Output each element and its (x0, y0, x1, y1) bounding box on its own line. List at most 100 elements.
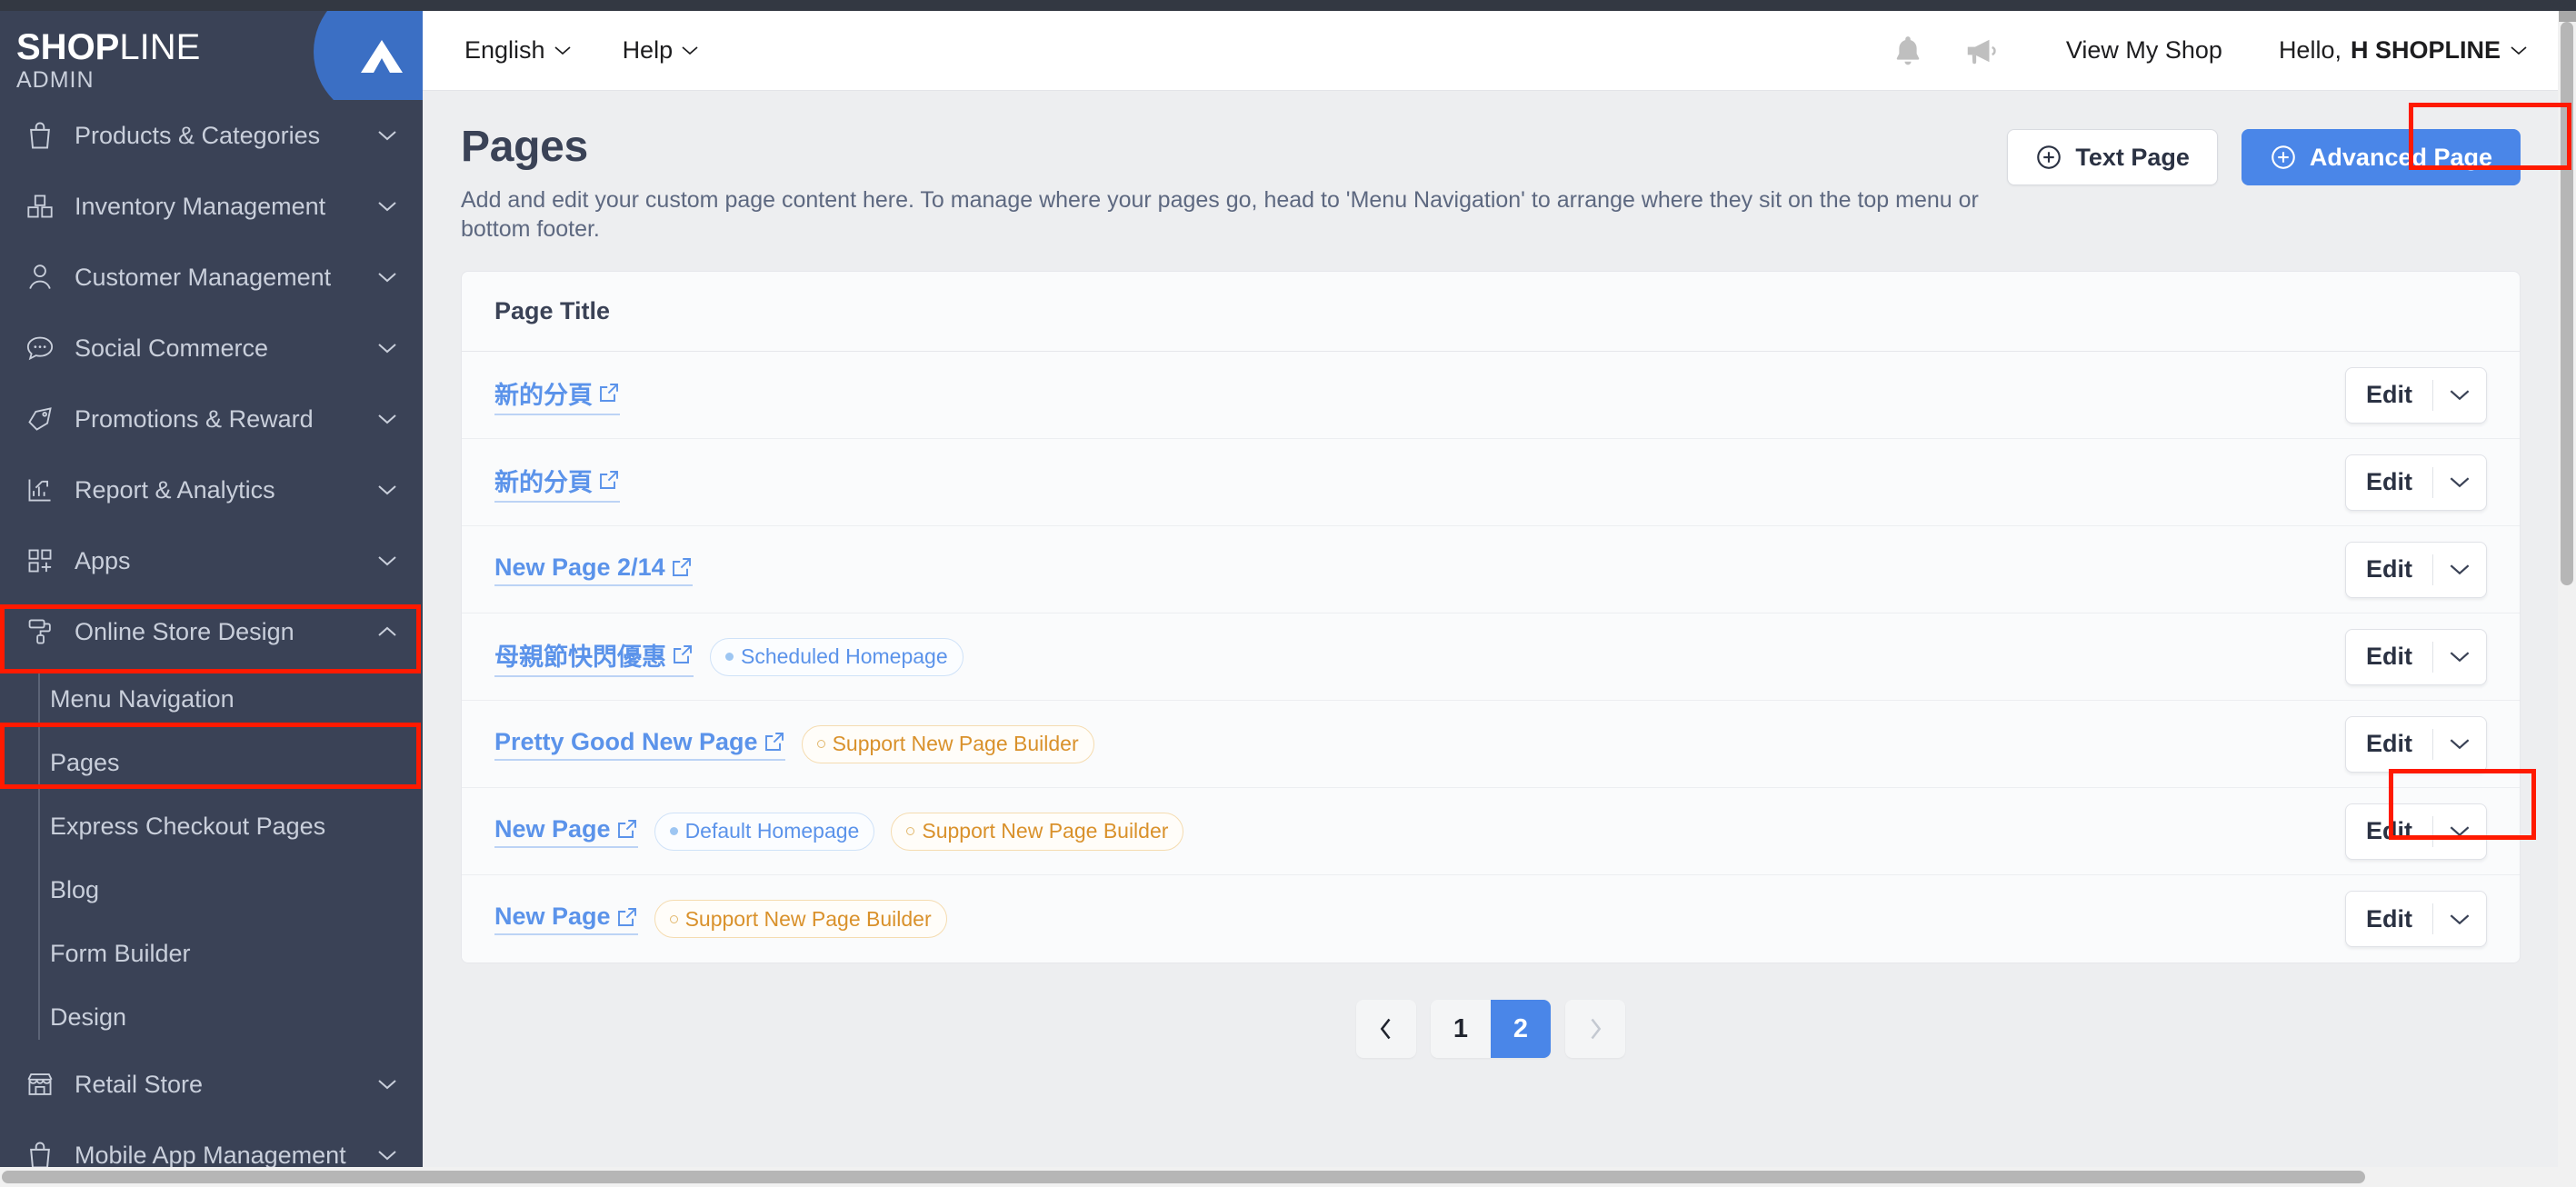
sidebar-item-report-analytics[interactable]: Report & Analytics (0, 454, 423, 525)
edit-split-button[interactable]: Edit (2345, 891, 2487, 947)
edit-split-button[interactable]: Edit (2345, 628, 2487, 685)
sidebar-item-products-categories[interactable]: Products & Categories (0, 100, 423, 171)
chevron-down-icon[interactable] (2433, 892, 2486, 946)
page-title-link[interactable]: 新的分頁 (494, 463, 620, 503)
chevron-down-icon[interactable] (374, 1142, 401, 1169)
page-title-text: New Page (494, 903, 611, 930)
table-row-content: 新的分頁 (494, 463, 620, 503)
advanced-page-button[interactable]: Advanced Page (2241, 129, 2521, 185)
page-title: Pages (461, 123, 588, 171)
window-chrome-top (0, 0, 2576, 11)
megaphone-icon (1967, 39, 1996, 64)
table-row: New Page Default Homepage Support New Pa… (462, 788, 2520, 875)
sidebar-item-apps[interactable]: Apps (0, 525, 423, 596)
chevron-down-icon[interactable] (374, 547, 401, 574)
table-row-content: New Page Default Homepage Support New Pa… (494, 812, 1184, 851)
plus-circle-icon (2271, 145, 2295, 169)
pagination-page-1[interactable]: 1 (1431, 1000, 1491, 1058)
sidebar-subitem-form-builder[interactable]: Form Builder (0, 922, 423, 985)
edit-button-label: Edit (2366, 730, 2412, 757)
chevron-down-icon[interactable] (374, 122, 401, 149)
chevron-down-icon[interactable] (2433, 368, 2486, 423)
sidebar-item-social-commerce[interactable]: Social Commerce (0, 313, 423, 384)
edit-split-button[interactable]: Edit (2345, 715, 2487, 773)
page-content: Pages Add and edit your custom page cont… (423, 91, 2559, 1082)
page-title-link[interactable]: Pretty Good New Page (494, 728, 785, 761)
announcements-button[interactable] (1955, 24, 2010, 78)
chevron-down-icon[interactable] (374, 476, 401, 504)
sidebar-subitem-express-checkout-pages[interactable]: Express Checkout Pages (0, 794, 423, 858)
sidebar-subitem-pages[interactable]: Pages (0, 731, 423, 794)
brand-logo-bold: SHOP (16, 27, 120, 67)
chevron-down-icon[interactable] (374, 193, 401, 220)
chevron-down-icon[interactable] (2433, 543, 2486, 597)
shopline-mark-icon (361, 40, 403, 73)
chevron-right-icon (1591, 1018, 1602, 1040)
vertical-scrollbar[interactable] (2558, 22, 2576, 1187)
sidebar-item-retail-store[interactable]: Retail Store (0, 1049, 423, 1120)
external-link-icon (600, 471, 618, 489)
page-title-link[interactable]: 新的分頁 (494, 375, 620, 415)
horizontal-scrollbar[interactable] (0, 1167, 2576, 1187)
page-title-link[interactable]: New Page 2/14 (494, 554, 693, 586)
view-my-shop-link[interactable]: View My Shop (2066, 36, 2222, 65)
text-page-button[interactable]: Text Page (2007, 129, 2218, 185)
sidebar-item-label: Products & Categories (75, 121, 321, 149)
sidebar-subitem-label: Design (50, 1002, 127, 1031)
table-column-header: Page Title (462, 272, 2520, 352)
notifications-button[interactable] (1881, 24, 1935, 78)
table-row-content: 新的分頁 (494, 375, 620, 415)
edit-split-button[interactable]: Edit (2345, 454, 2487, 511)
page-title-link[interactable]: 母親節快閃優惠 (494, 637, 694, 677)
sidebar-item-customer-management[interactable]: Customer Management (0, 242, 423, 313)
chevron-down-icon[interactable] (374, 405, 401, 433)
chevron-down-icon[interactable] (2433, 804, 2486, 859)
pagination-next-button[interactable] (1565, 1000, 1625, 1058)
sidebar-subitem-menu-navigation[interactable]: Menu Navigation (0, 667, 423, 731)
table-row: New Page Support New Page Builder Edit (462, 875, 2520, 963)
status-badge: Support New Page Builder (654, 900, 947, 938)
pages-table: Page Title 新的分頁 Edit 新的分頁 Edit New Page … (461, 271, 2521, 963)
sidebar-item-label: Customer Management (75, 263, 332, 291)
horizontal-scrollbar-thumb[interactable] (2, 1171, 2365, 1183)
brand-header[interactable]: SHOPLINE ADMIN (0, 11, 423, 100)
chevron-up-icon[interactable] (374, 618, 401, 645)
pagination-prev-button[interactable] (1356, 1000, 1416, 1058)
vertical-scrollbar-thumb[interactable] (2561, 22, 2573, 585)
status-badge: Default Homepage (654, 812, 875, 851)
sidebar-item-label: Mobile App Management (75, 1141, 346, 1169)
page-title-text: Pretty Good New Page (494, 727, 758, 755)
edit-button-label: Edit (2366, 468, 2412, 495)
page-title-link[interactable]: New Page (494, 903, 638, 935)
sidebar-subitem-design[interactable]: Design (0, 985, 423, 1049)
chevron-down-icon[interactable] (374, 264, 401, 291)
help-menu[interactable]: Help (623, 36, 700, 65)
chevron-down-icon[interactable] (374, 334, 401, 362)
status-badge: Scheduled Homepage (710, 637, 964, 676)
language-label: English (464, 36, 545, 64)
sidebar-subitem-blog[interactable]: Blog (0, 858, 423, 922)
sidebar-item-online-store-design[interactable]: Online Store Design (0, 596, 423, 667)
chevron-down-icon[interactable] (374, 1071, 401, 1098)
external-link-icon (674, 645, 692, 663)
user-menu[interactable]: Hello, H SHOPLINE (2279, 36, 2528, 65)
edit-split-button[interactable]: Edit (2345, 803, 2487, 860)
sidebar-item-promotions-reward[interactable]: Promotions & Reward (0, 384, 423, 454)
chevron-down-icon (682, 46, 698, 55)
external-link-icon (600, 384, 618, 402)
pagination-page-2[interactable]: 2 (1491, 1000, 1551, 1058)
chevron-down-icon[interactable] (2433, 455, 2486, 510)
table-row: New Page 2/14 Edit (462, 526, 2520, 613)
edit-split-button[interactable]: Edit (2345, 541, 2487, 598)
scrollbar-corner (2558, 1167, 2576, 1187)
chevron-down-icon[interactable] (2433, 717, 2486, 772)
external-link-icon (617, 820, 636, 838)
chevron-down-icon[interactable] (2433, 630, 2486, 684)
language-selector[interactable]: English (464, 36, 572, 65)
sidebar-item-inventory-management[interactable]: Inventory Management (0, 171, 423, 242)
edit-split-button[interactable]: Edit (2345, 366, 2487, 424)
page-title-link[interactable]: New Page (494, 815, 638, 848)
page-header-actions: Text Page Advanced Page (2007, 122, 2521, 185)
sidebar-subitem-label: Blog (50, 875, 100, 903)
sidebar-subitem-label: Form Builder (50, 939, 191, 967)
